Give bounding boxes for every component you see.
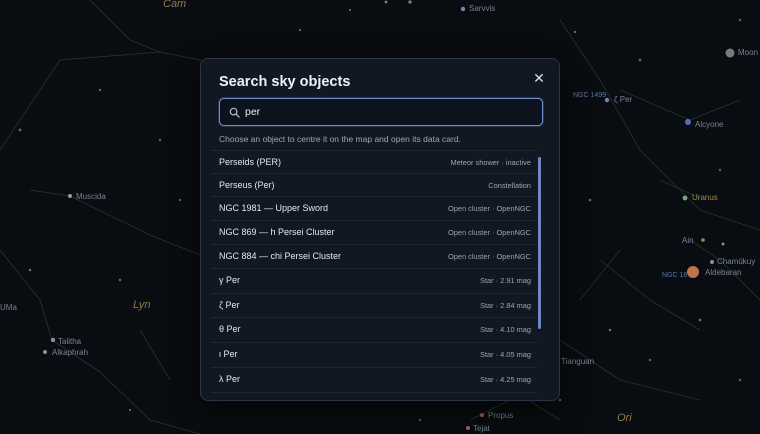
result-name: Perseus (Per) [219, 180, 275, 190]
result-name: NGC 884 — chi Persei Cluster [219, 250, 342, 261]
result-meta: Star · 2.91 mag [480, 275, 531, 285]
result-name: θ Per [219, 324, 241, 334]
result-name: Perseids (PER) [219, 157, 282, 167]
dialog-title: Search sky objects [219, 74, 351, 90]
result-name: ζ Per [219, 299, 240, 310]
result-row[interactable]: Perseus (Per) Constellation [211, 174, 537, 197]
result-meta: Meteor shower · inactive [450, 158, 531, 167]
result-meta: Open cluster · OpenNGC [448, 227, 531, 237]
result-name: NGC 869 — h Persei Cluster [219, 226, 335, 237]
result-meta: Star · 2.84 mag [480, 300, 531, 310]
result-meta: Open cluster · OpenNGC [448, 251, 531, 261]
search-hint: Choose an object to centre it on the map… [219, 134, 461, 144]
close-button[interactable]: ✕ [530, 69, 548, 87]
result-meta: Constellation [488, 181, 531, 190]
result-row[interactable]: NGC 869 — h Persei Cluster Open cluster ·… [211, 221, 537, 245]
result-meta: Star · 4.25 mag [480, 375, 531, 384]
search-box[interactable] [219, 98, 543, 126]
result-meta: Star · 4.05 mag [480, 350, 531, 359]
results-list: Perseids (PER) Meteor shower · inactive Pe… [211, 150, 543, 394]
result-row[interactable]: γ Per Star · 2.91 mag [211, 269, 537, 294]
close-icon: ✕ [533, 70, 545, 86]
result-row[interactable]: ζ Per Star · 2.84 mag [211, 294, 537, 318]
result-meta: Star · 4.10 mag [480, 325, 531, 334]
search-icon [229, 107, 240, 118]
scrollbar-thumb[interactable] [538, 157, 541, 329]
result-row[interactable]: θ Per Star · 4.10 mag [211, 318, 537, 343]
result-row[interactable]: Perseids (PER) Meteor shower · inactive [211, 150, 537, 174]
result-name: γ Per [219, 274, 241, 285]
result-meta: Open cluster · OpenNGC [448, 204, 531, 213]
result-row[interactable]: NGC 884 — chi Persei Cluster Open cluster… [211, 245, 537, 269]
search-dialog: Search sky objects ✕ Choose an object to… [200, 58, 560, 401]
search-input[interactable] [245, 99, 535, 125]
result-name: NGC 1981 — Upper Sword [219, 203, 329, 213]
result-row[interactable]: NGC 1981 — Upper Sword Open cluster · Ope… [211, 197, 537, 221]
result-name: λ Per [219, 374, 241, 384]
result-name: ι Per [219, 349, 238, 359]
result-row[interactable]: λ Per Star · 4.25 mag [211, 368, 537, 393]
result-row[interactable]: ι Per Star · 4.05 mag [211, 343, 537, 368]
